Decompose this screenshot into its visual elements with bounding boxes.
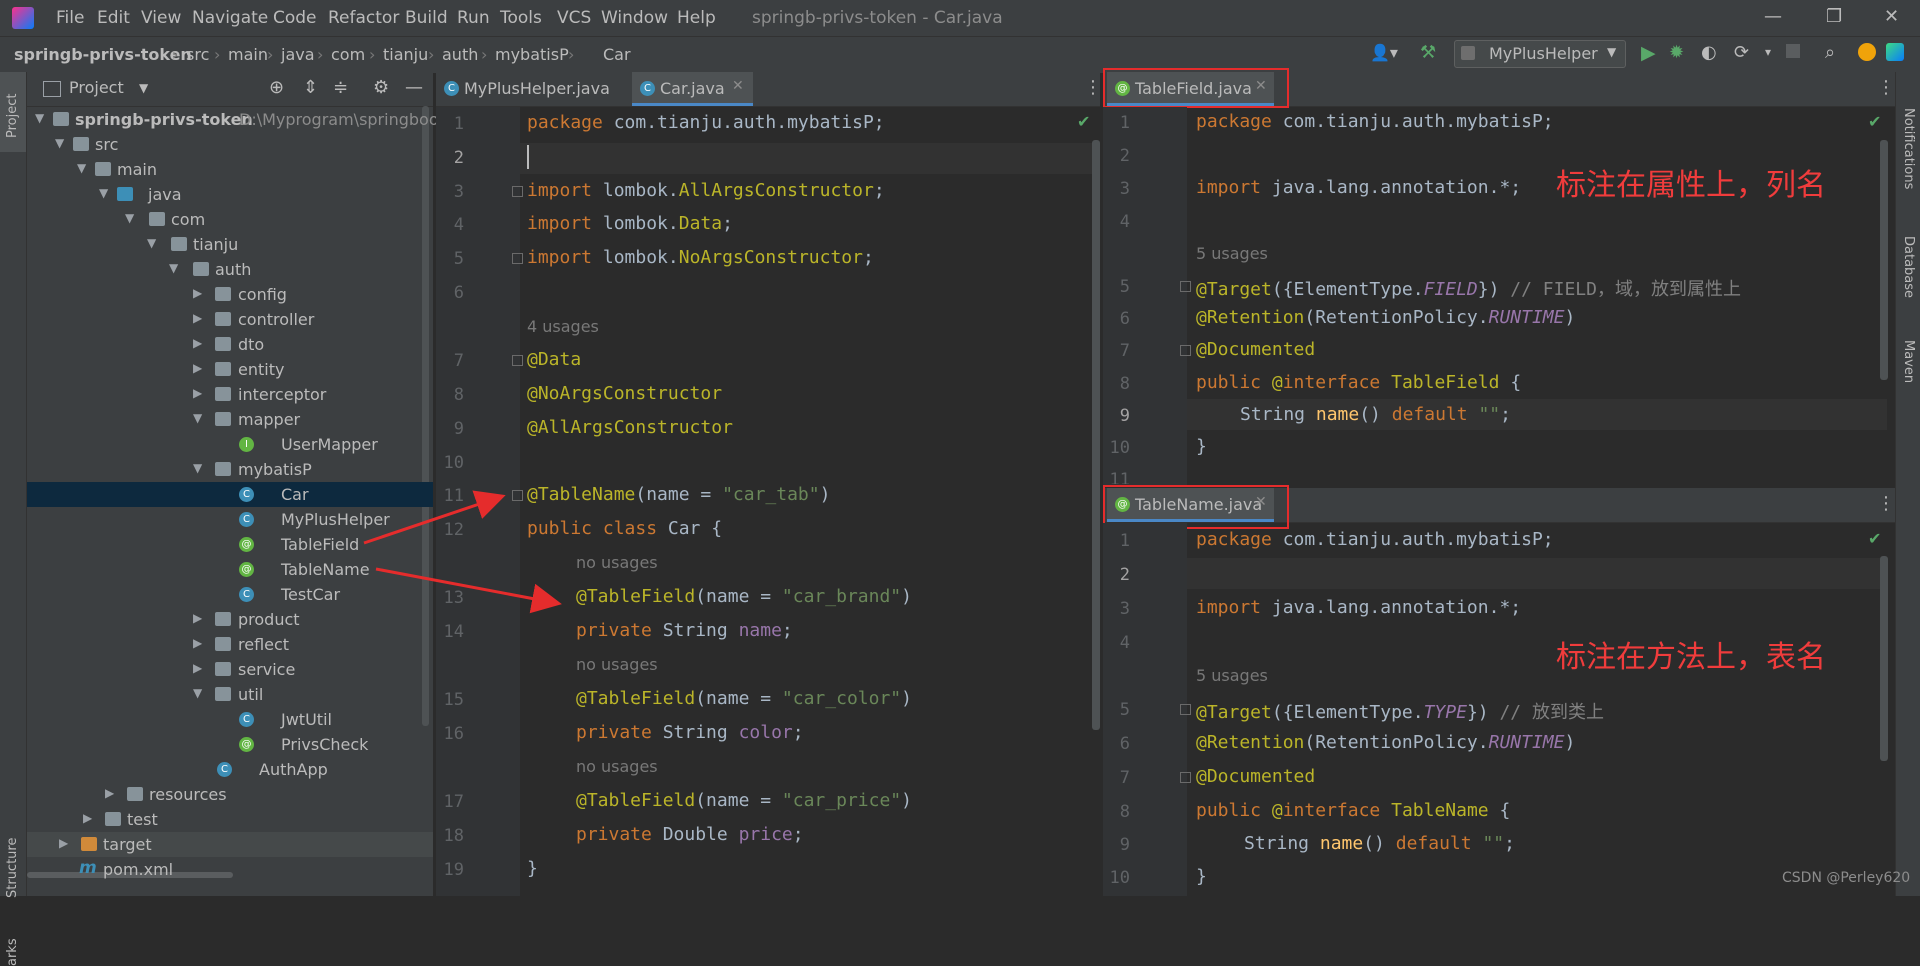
- arrow-tablefield-to-car: [363, 490, 506, 545]
- watermark: CSDN @Perley620: [1782, 870, 1911, 886]
- bookmarks-tool-label[interactable]: arks: [5, 938, 20, 966]
- arrow-tablename-to-field: [375, 567, 562, 614]
- annotation-arrows: [363, 490, 562, 614]
